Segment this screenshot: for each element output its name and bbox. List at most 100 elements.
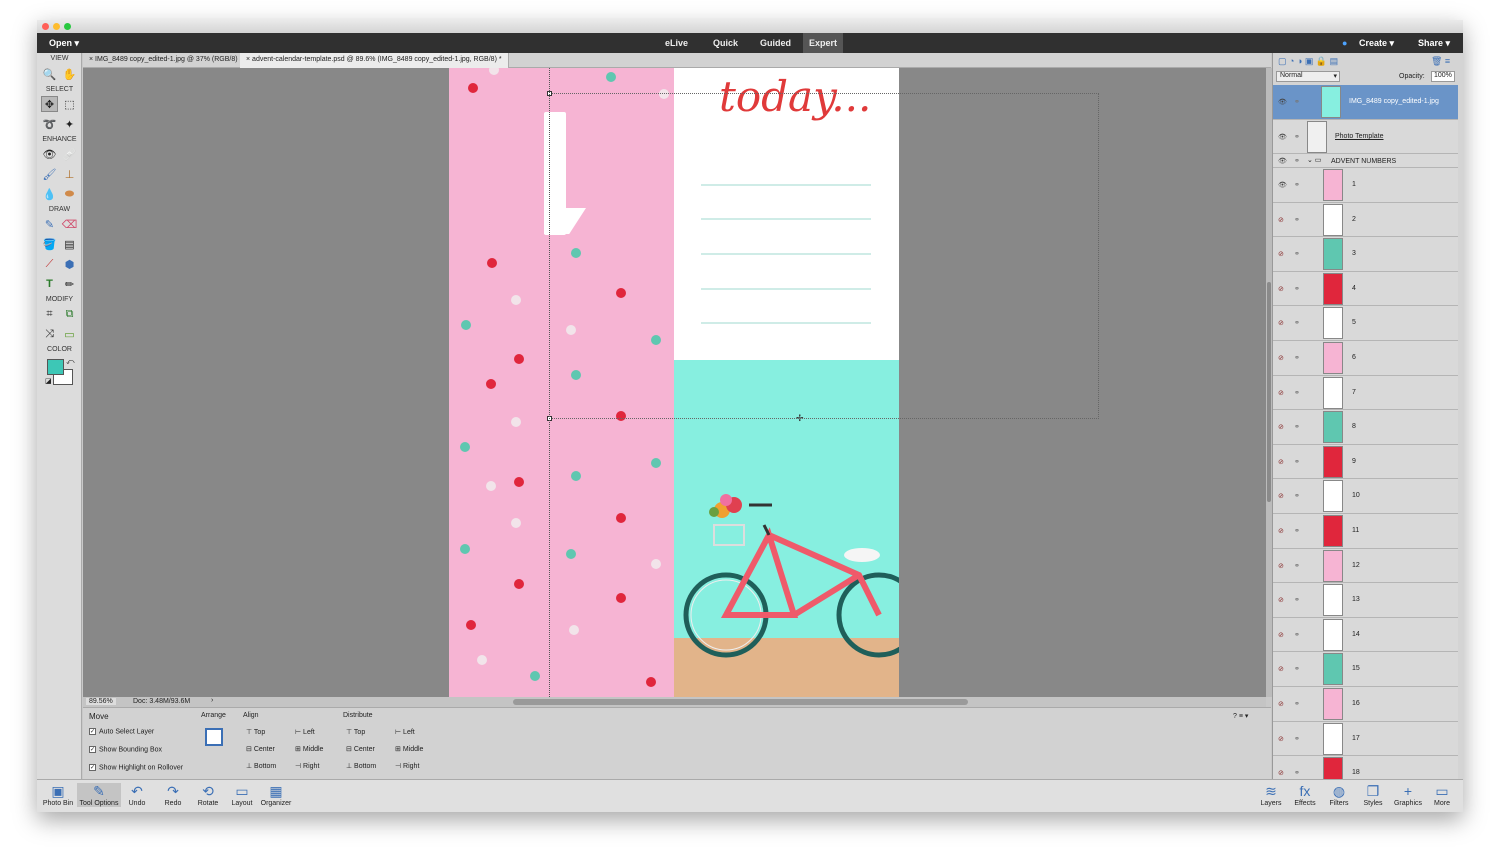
hidden-eye-icon[interactable]: ⊘ — [1278, 458, 1284, 466]
create-button[interactable]: Create ▾ — [1359, 38, 1394, 49]
distribute-center-button[interactable]: ⊟ Center — [346, 745, 375, 753]
redo-button[interactable]: ↷ Redo — [161, 783, 185, 807]
align-center-button[interactable]: ⊟ Center — [246, 745, 275, 753]
open-button[interactable]: Open ▾ — [49, 38, 79, 49]
zoom-window-button[interactable] — [64, 23, 71, 30]
hidden-eye-icon[interactable]: ⊘ — [1278, 250, 1284, 258]
hidden-eye-icon[interactable]: ⊘ — [1278, 735, 1284, 743]
link-icon[interactable]: ⚭ — [1294, 98, 1300, 106]
layer-row[interactable]: 👁 ⚭ Photo Template — [1273, 120, 1458, 154]
layer-row-advent[interactable]: ⊘ ⚭ 5 — [1273, 306, 1458, 341]
foreground-color-swatch[interactable] — [47, 359, 64, 375]
distribute-right-button[interactable]: ⊣ Right — [395, 762, 419, 770]
auto-select-layer-checkbox[interactable]: ✓ Auto Select Layer — [89, 728, 154, 735]
photo-bin-button[interactable]: ▣ Photo Bin — [41, 783, 75, 807]
link-icon[interactable]: ⚭ — [1294, 133, 1300, 141]
layer-row-advent[interactable]: ⊘ ⚭ 12 — [1273, 548, 1458, 584]
link-icon[interactable]: ⚭ — [1294, 319, 1300, 327]
link-icon[interactable]: ⚭ — [1294, 181, 1300, 189]
delete-layer-icon[interactable]: 🗑 ≡ — [1431, 56, 1450, 67]
layer-row-advent[interactable]: ⊘ ⚭ 2 — [1273, 202, 1458, 238]
zoom-tool-icon[interactable]: 🔍 — [41, 66, 58, 82]
show-bounding-box-checkbox[interactable]: ✓ Show Bounding Box — [89, 746, 162, 753]
minimize-window-button[interactable] — [53, 23, 60, 30]
link-icon[interactable]: ⚭ — [1294, 250, 1300, 258]
layer-row-advent[interactable]: ⊘ ⚭ 18 — [1273, 756, 1458, 779]
eraser-tool-icon[interactable]: ⌫ — [61, 216, 78, 232]
layer-row-advent[interactable]: ⊘ ⚭ 9 — [1273, 444, 1458, 480]
visibility-eye-icon[interactable]: 👁 — [1278, 98, 1287, 106]
visibility-eye-icon[interactable]: 👁 — [1278, 133, 1287, 141]
horizontal-scroll-thumb[interactable] — [513, 699, 968, 705]
hidden-eye-icon[interactable]: ⊘ — [1278, 285, 1284, 293]
show-highlight-checkbox[interactable]: ✓ Show Highlight on Rollover — [89, 764, 183, 771]
layer-row-advent[interactable]: ⊘ ⚭ 8 — [1273, 410, 1458, 445]
blur-tool-icon[interactable]: 💧 — [41, 186, 58, 202]
distribute-middle-button[interactable]: ⊞ Middle — [395, 745, 423, 753]
link-icon[interactable]: ⚭ — [1294, 458, 1300, 466]
mode-expert[interactable]: Expert — [803, 33, 844, 53]
visibility-eye-icon[interactable]: 👁 — [1278, 157, 1287, 165]
link-icon[interactable]: ⚭ — [1294, 596, 1300, 604]
hidden-eye-icon[interactable]: ⊘ — [1278, 700, 1284, 708]
gradient-tool-icon[interactable]: ▤ — [61, 236, 78, 252]
hidden-eye-icon[interactable]: ⊘ — [1278, 389, 1284, 397]
layer-row-advent[interactable]: ⊘ ⚭ 4 — [1273, 271, 1458, 307]
hand-tool-icon[interactable]: ✋ — [61, 66, 78, 82]
visibility-eye-icon[interactable]: 👁 — [1278, 181, 1287, 189]
hidden-eye-icon[interactable]: ⊘ — [1278, 527, 1284, 535]
layer-row-advent[interactable]: ⊘ ⚭ 15 — [1273, 652, 1458, 687]
tab-advent-calendar[interactable]: × advent-calendar-template.psd @ 89.6% (… — [240, 53, 509, 68]
effects-button[interactable]: fx Effects — [1292, 783, 1318, 807]
align-middle-button[interactable]: ⊞ Middle — [295, 745, 323, 753]
layer-row-advent[interactable]: 👁 ⚭ 1 — [1273, 168, 1458, 203]
layers-button[interactable]: ≋ Layers — [1258, 783, 1284, 807]
align-right-button[interactable]: ⊣ Right — [295, 762, 319, 770]
type-tool-icon[interactable]: T — [41, 276, 58, 292]
layer-row-advent[interactable]: ⊘ ⚭ 11 — [1273, 514, 1458, 549]
align-bottom-button[interactable]: ⊥ Bottom — [246, 762, 276, 770]
layer-row-advent[interactable]: ⊘ ⚭ 7 — [1273, 375, 1458, 411]
hidden-eye-icon[interactable]: ⊘ — [1278, 319, 1284, 327]
layer-row-advent[interactable]: ⊘ ⚭ 13 — [1273, 583, 1458, 618]
align-left-button[interactable]: ⊢ Left — [295, 728, 315, 736]
layer-row-advent[interactable]: ⊘ ⚭ 6 — [1273, 341, 1458, 376]
marquee-tool-icon[interactable]: ⬚ — [61, 96, 78, 112]
link-icon[interactable]: ⚭ — [1294, 665, 1300, 673]
recompose-tool-icon[interactable]: ⧉ — [61, 306, 78, 322]
mode-quick[interactable]: Quick — [713, 38, 738, 48]
styles-button[interactable]: ❐ Styles — [1360, 783, 1386, 807]
link-icon[interactable]: ⚭ — [1294, 631, 1300, 639]
move-tool-icon[interactable]: ✥ — [41, 96, 58, 112]
share-button[interactable]: Share ▾ — [1418, 38, 1450, 49]
arrange-dropdown-icon[interactable] — [205, 728, 223, 746]
link-icon[interactable]: ⚭ — [1294, 354, 1300, 362]
distribute-bottom-button[interactable]: ⊥ Bottom — [346, 762, 376, 770]
bounding-box[interactable] — [549, 93, 1099, 419]
opacity-input[interactable]: 100% — [1431, 71, 1455, 82]
straighten-tool-icon[interactable]: ▭ — [61, 326, 78, 342]
link-icon[interactable]: ⚭ — [1294, 735, 1300, 743]
hidden-eye-icon[interactable]: ⊘ — [1278, 423, 1284, 431]
help-icon[interactable]: ? ≡ ▾ — [1233, 712, 1248, 720]
filters-button[interactable]: ◍ Filters — [1326, 783, 1352, 807]
link-icon[interactable]: ⚭ — [1294, 700, 1300, 708]
paint-bucket-tool-icon[interactable]: 🪣 — [41, 236, 58, 252]
more-button[interactable]: ▭ More — [1429, 783, 1455, 807]
link-icon[interactable]: ⚭ — [1294, 769, 1300, 777]
link-icon[interactable]: ⚭ — [1294, 423, 1300, 431]
graphics-button[interactable]: + Graphics — [1392, 783, 1424, 807]
mode-guided[interactable]: Guided — [760, 38, 791, 48]
magic-wand-tool-icon[interactable]: ✦ — [61, 116, 78, 132]
blend-mode-select[interactable]: Normal ▾ — [1276, 71, 1340, 82]
distribute-top-button[interactable]: ⊤ Top — [346, 728, 365, 736]
eyedropper-tool-icon[interactable]: ⟋ — [41, 256, 58, 272]
hidden-eye-icon[interactable]: ⊘ — [1278, 596, 1284, 604]
hidden-eye-icon[interactable]: ⊘ — [1278, 354, 1284, 362]
align-top-button[interactable]: ⊤ Top — [246, 728, 265, 736]
clone-stamp-tool-icon[interactable]: ⊥ — [61, 166, 78, 182]
canvas-workspace[interactable]: today... ✢ — [83, 68, 1266, 697]
group-folder-icon[interactable]: ⌄ ▭ — [1307, 156, 1321, 164]
healing-brush-tool-icon[interactable]: 🩹 — [61, 146, 78, 162]
link-icon[interactable]: ⚭ — [1294, 389, 1300, 397]
